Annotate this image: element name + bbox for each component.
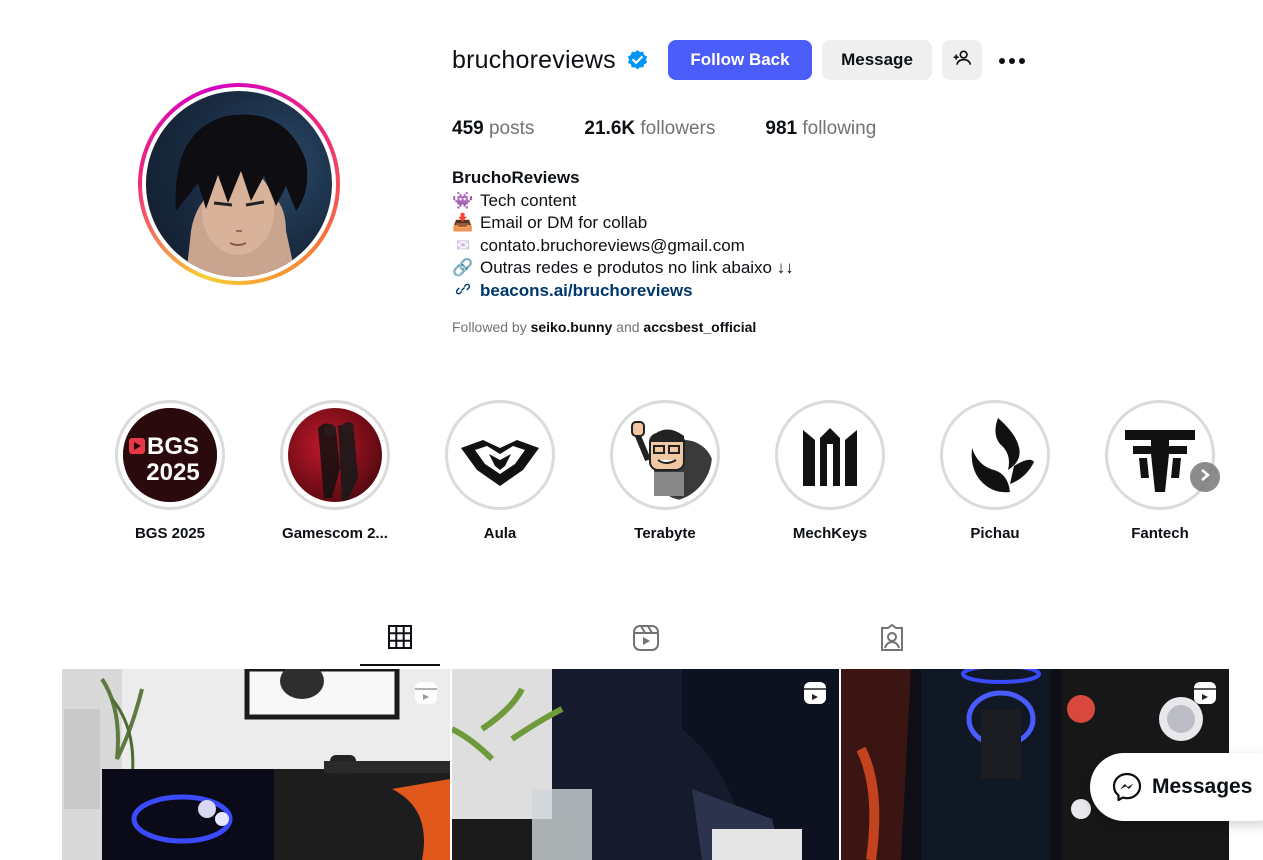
- following-label: following: [802, 118, 877, 139]
- following-stat[interactable]: 981 following: [765, 118, 876, 140]
- bgs-2025-logo-icon: BGS 2025: [123, 408, 217, 502]
- followers-stat[interactable]: 21.6K followers: [584, 118, 715, 140]
- followers-count: 21.6K: [584, 118, 636, 139]
- message-button[interactable]: Message: [822, 40, 932, 80]
- followed-by-and: and: [616, 319, 640, 335]
- inbox-tray-icon: 📥: [452, 213, 474, 232]
- profile-bio: BruchoReviews 👾 Tech content 📥 Email or …: [452, 167, 794, 302]
- link-icon: [452, 280, 474, 303]
- bgs-year-text: 2025: [146, 459, 199, 486]
- followed-by[interactable]: Followed by seiko.bunny and accsbest_off…: [452, 319, 756, 335]
- highlight-label: Terabyte: [634, 525, 696, 542]
- tagged-icon: [878, 623, 906, 657]
- reels-icon: [803, 681, 827, 710]
- bio-line-text: Tech content: [480, 190, 577, 210]
- envelope-icon: ✉: [455, 235, 471, 255]
- tab-posts[interactable]: [360, 624, 440, 668]
- posts-count: 459: [452, 118, 484, 139]
- more-options-button[interactable]: [994, 40, 1030, 80]
- add-person-icon: [952, 48, 972, 73]
- verified-badge-icon: [626, 49, 649, 72]
- highlight-pichau[interactable]: Pichau: [938, 400, 1052, 542]
- bio-line: 📥 Email or DM for collab: [452, 212, 794, 235]
- bio-link-row[interactable]: beacons.ai/bruchoreviews: [452, 280, 794, 303]
- messenger-icon: [1112, 772, 1142, 802]
- follow-back-button[interactable]: Follow Back: [668, 40, 812, 80]
- profile-stats: 459 posts 21.6K followers 981 following: [452, 118, 926, 140]
- bio-line-text: Email or DM for collab: [480, 213, 648, 232]
- bio-line: 👾 Tech content: [452, 190, 794, 213]
- suggest-accounts-button[interactable]: [942, 40, 982, 80]
- highlight-label: MechKeys: [792, 525, 868, 542]
- highlight-bgs-2025[interactable]: BGS 2025 BGS 2025: [113, 400, 227, 542]
- followed-by-user[interactable]: seiko.bunny: [531, 319, 613, 335]
- post-thumbnail[interactable]: [452, 669, 839, 860]
- link-emoji-icon: 🔗: [452, 258, 474, 277]
- aula-logo-icon: [453, 408, 547, 502]
- highlight-label: Gamescom 2...: [282, 525, 388, 542]
- bio-line: 🔗 Outras redes e produtos no link abaixo…: [452, 257, 794, 280]
- followed-by-user[interactable]: accsbest_official: [643, 319, 756, 335]
- posts-label: posts: [488, 118, 535, 139]
- profile-avatar[interactable]: [138, 83, 340, 285]
- highlight-terabyte[interactable]: Terabyte: [608, 400, 722, 542]
- posts-stat: 459 posts: [452, 118, 534, 140]
- terabyte-mascot-icon: [618, 408, 712, 502]
- space-invader-icon: 👾: [452, 190, 474, 210]
- bio-line-text: Outras redes e produtos no link abaixo ↓…: [480, 258, 794, 277]
- messages-button[interactable]: Messages: [1090, 753, 1263, 821]
- bio-name: BruchoReviews: [452, 168, 580, 187]
- avatar-image: [146, 91, 332, 277]
- reels-icon: [414, 681, 438, 710]
- profile-username[interactable]: bruchoreviews: [452, 46, 616, 75]
- more-dots-icon: [998, 50, 1026, 70]
- mechkeys-logo-icon: [783, 408, 877, 502]
- bio-link[interactable]: beacons.ai/bruchoreviews: [480, 280, 693, 303]
- active-tab-indicator: [360, 664, 440, 666]
- bgs-logo-text: BGS: [147, 433, 199, 460]
- gamescom-photo-icon: [288, 408, 382, 502]
- highlight-label: Fantech: [1131, 525, 1189, 542]
- username-row: bruchoreviews: [452, 40, 649, 80]
- messages-label: Messages: [1152, 775, 1253, 798]
- pichau-logo-icon: [948, 408, 1042, 502]
- highlight-label: Pichau: [970, 525, 1020, 542]
- highlight-label: Aula: [483, 525, 517, 542]
- tab-tagged[interactable]: [852, 623, 932, 668]
- post-image: [452, 669, 839, 860]
- followed-by-prefix: Followed by: [452, 319, 527, 335]
- bio-line: ✉ contato.bruchoreviews@gmail.com: [452, 235, 794, 258]
- reels-icon: [1193, 681, 1217, 710]
- highlight-gamescom[interactable]: Gamescom 2...: [278, 400, 392, 542]
- following-count: 981: [765, 118, 798, 139]
- highlight-label: BGS 2025: [134, 525, 206, 542]
- post-thumbnail[interactable]: [62, 669, 450, 860]
- followers-label: followers: [640, 118, 716, 139]
- tab-reels[interactable]: [606, 624, 686, 668]
- highlights-next-button[interactable]: [1190, 462, 1220, 492]
- chevron-right-icon: [1199, 468, 1211, 487]
- bio-line-text: contato.bruchoreviews@gmail.com: [480, 235, 745, 255]
- grid-icon: [387, 624, 413, 655]
- highlight-mechkeys[interactable]: MechKeys: [773, 400, 887, 542]
- fantech-logo-icon: [1113, 408, 1207, 502]
- reels-icon: [632, 624, 660, 657]
- highlight-aula[interactable]: Aula: [443, 400, 557, 542]
- post-image: [62, 669, 450, 860]
